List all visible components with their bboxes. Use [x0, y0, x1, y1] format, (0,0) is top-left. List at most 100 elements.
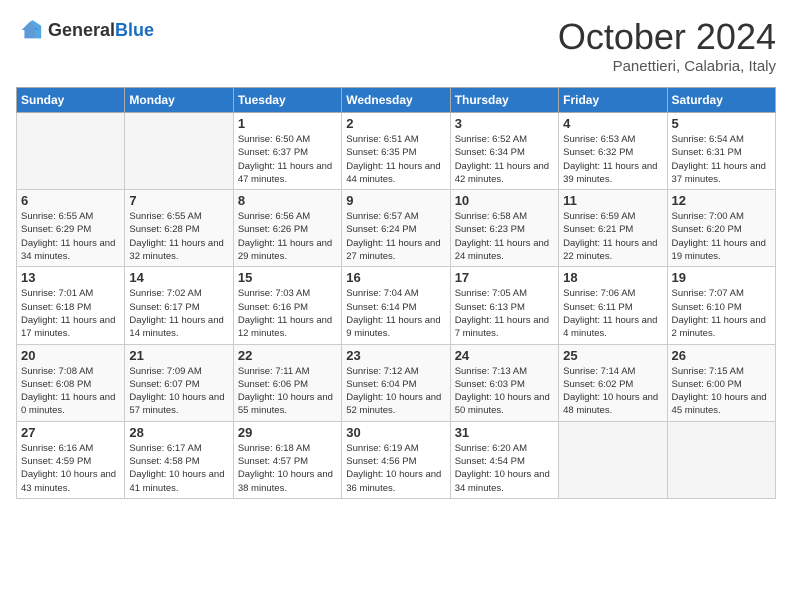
location: Panettieri, Calabria, Italy	[558, 58, 776, 75]
logo-icon	[16, 16, 44, 44]
day-cell: 9Sunrise: 6:57 AM Sunset: 6:24 PM Daylig…	[342, 190, 450, 267]
day-number: 24	[455, 348, 554, 363]
day-number: 4	[563, 116, 662, 131]
day-info: Sunrise: 7:11 AM Sunset: 6:06 PM Dayligh…	[238, 365, 337, 418]
day-number: 14	[129, 270, 228, 285]
day-number: 10	[455, 193, 554, 208]
day-info: Sunrise: 6:53 AM Sunset: 6:32 PM Dayligh…	[563, 133, 662, 186]
day-cell: 31 Sunrise: 6:20 AM Sunset: 4:54 PM Dayli…	[450, 421, 558, 498]
day-info: Sunrise: 7:04 AM Sunset: 6:14 PM Dayligh…	[346, 287, 445, 340]
col-header-friday: Friday	[559, 88, 667, 113]
day-info: Sunrise: 6:58 AM Sunset: 6:23 PM Dayligh…	[455, 210, 554, 263]
day-cell	[125, 113, 233, 190]
week-row-2: 6Sunrise: 6:55 AM Sunset: 6:29 PM Daylig…	[17, 190, 776, 267]
week-row-4: 20Sunrise: 7:08 AM Sunset: 6:08 PM Dayli…	[17, 344, 776, 421]
day-cell: 26 Sunrise: 7:15 AM Sunset: 6:00 PM Dayli…	[667, 344, 775, 421]
day-info: Sunrise: 7:03 AM Sunset: 6:16 PM Dayligh…	[238, 287, 337, 340]
day-info: Sunrise: 7:15 AM Sunset: 6:00 PM Dayligh…	[672, 365, 771, 418]
day-cell: 30 Sunrise: 6:19 AM Sunset: 4:56 PM Dayli…	[342, 421, 450, 498]
day-cell: 16 Sunrise: 7:04 AM Sunset: 6:14 PM Dayli…	[342, 267, 450, 344]
day-cell	[17, 113, 125, 190]
day-info: Sunrise: 7:09 AM Sunset: 6:07 PM Dayligh…	[129, 365, 228, 418]
day-cell: 8Sunrise: 6:56 AM Sunset: 6:26 PM Daylig…	[233, 190, 341, 267]
day-number: 27	[21, 425, 120, 440]
day-number: 6	[21, 193, 120, 208]
logo-blue: Blue	[115, 20, 154, 40]
day-info: Sunrise: 7:06 AM Sunset: 6:11 PM Dayligh…	[563, 287, 662, 340]
day-info: Sunrise: 6:52 AM Sunset: 6:34 PM Dayligh…	[455, 133, 554, 186]
day-cell	[559, 421, 667, 498]
day-number: 26	[672, 348, 771, 363]
col-header-monday: Monday	[125, 88, 233, 113]
day-number: 18	[563, 270, 662, 285]
day-info: Sunrise: 6:16 AM Sunset: 4:59 PM Dayligh…	[21, 442, 120, 495]
day-number: 23	[346, 348, 445, 363]
day-cell: 15Sunrise: 7:03 AM Sunset: 6:16 PM Dayli…	[233, 267, 341, 344]
day-cell: 17Sunrise: 7:05 AM Sunset: 6:13 PM Dayli…	[450, 267, 558, 344]
day-number: 13	[21, 270, 120, 285]
day-number: 19	[672, 270, 771, 285]
day-cell: 3 Sunrise: 6:52 AM Sunset: 6:34 PM Daylig…	[450, 113, 558, 190]
day-number: 17	[455, 270, 554, 285]
day-info: Sunrise: 7:02 AM Sunset: 6:17 PM Dayligh…	[129, 287, 228, 340]
col-header-wednesday: Wednesday	[342, 88, 450, 113]
week-row-5: 27 Sunrise: 6:16 AM Sunset: 4:59 PM Dayli…	[17, 421, 776, 498]
day-cell: 11 Sunrise: 6:59 AM Sunset: 6:21 PM Dayli…	[559, 190, 667, 267]
col-header-tuesday: Tuesday	[233, 88, 341, 113]
day-cell: 21 Sunrise: 7:09 AM Sunset: 6:07 PM Dayli…	[125, 344, 233, 421]
day-info: Sunrise: 6:50 AM Sunset: 6:37 PM Dayligh…	[238, 133, 337, 186]
month-title: October 2024	[558, 16, 776, 58]
day-info: Sunrise: 7:01 AM Sunset: 6:18 PM Dayligh…	[21, 287, 120, 340]
day-cell: 12 Sunrise: 7:00 AM Sunset: 6:20 PM Dayli…	[667, 190, 775, 267]
col-header-sunday: Sunday	[17, 88, 125, 113]
day-cell: 5Sunrise: 6:54 AM Sunset: 6:31 PM Daylig…	[667, 113, 775, 190]
day-info: Sunrise: 6:59 AM Sunset: 6:21 PM Dayligh…	[563, 210, 662, 263]
day-cell: 18 Sunrise: 7:06 AM Sunset: 6:11 PM Dayli…	[559, 267, 667, 344]
day-cell: 13 Sunrise: 7:01 AM Sunset: 6:18 PM Dayli…	[17, 267, 125, 344]
day-info: Sunrise: 7:00 AM Sunset: 6:20 PM Dayligh…	[672, 210, 771, 263]
header-row: SundayMondayTuesdayWednesdayThursdayFrid…	[17, 88, 776, 113]
day-cell: 22 Sunrise: 7:11 AM Sunset: 6:06 PM Dayli…	[233, 344, 341, 421]
day-info: Sunrise: 6:56 AM Sunset: 6:26 PM Dayligh…	[238, 210, 337, 263]
day-number: 28	[129, 425, 228, 440]
day-info: Sunrise: 6:17 AM Sunset: 4:58 PM Dayligh…	[129, 442, 228, 495]
day-number: 5	[672, 116, 771, 131]
day-info: Sunrise: 6:55 AM Sunset: 6:28 PM Dayligh…	[129, 210, 228, 263]
day-number: 31	[455, 425, 554, 440]
day-number: 2	[346, 116, 445, 131]
day-number: 22	[238, 348, 337, 363]
logo-general: General	[48, 20, 115, 40]
day-cell: 25Sunrise: 7:14 AM Sunset: 6:02 PM Dayli…	[559, 344, 667, 421]
day-info: Sunrise: 7:07 AM Sunset: 6:10 PM Dayligh…	[672, 287, 771, 340]
day-cell	[667, 421, 775, 498]
day-number: 11	[563, 193, 662, 208]
day-cell: 2 Sunrise: 6:51 AM Sunset: 6:35 PM Daylig…	[342, 113, 450, 190]
day-number: 30	[346, 425, 445, 440]
day-info: Sunrise: 6:19 AM Sunset: 4:56 PM Dayligh…	[346, 442, 445, 495]
title-block: October 2024 Panettieri, Calabria, Italy	[558, 16, 776, 75]
day-info: Sunrise: 6:18 AM Sunset: 4:57 PM Dayligh…	[238, 442, 337, 495]
day-cell: 7 Sunrise: 6:55 AM Sunset: 6:28 PM Daylig…	[125, 190, 233, 267]
day-cell: 1 Sunrise: 6:50 AM Sunset: 6:37 PM Daylig…	[233, 113, 341, 190]
day-number: 7	[129, 193, 228, 208]
day-number: 3	[455, 116, 554, 131]
day-number: 21	[129, 348, 228, 363]
day-info: Sunrise: 6:20 AM Sunset: 4:54 PM Dayligh…	[455, 442, 554, 495]
day-number: 29	[238, 425, 337, 440]
day-cell: 29 Sunrise: 6:18 AM Sunset: 4:57 PM Dayli…	[233, 421, 341, 498]
day-cell: 23Sunrise: 7:12 AM Sunset: 6:04 PM Dayli…	[342, 344, 450, 421]
day-number: 20	[21, 348, 120, 363]
day-number: 12	[672, 193, 771, 208]
day-info: Sunrise: 6:51 AM Sunset: 6:35 PM Dayligh…	[346, 133, 445, 186]
day-number: 16	[346, 270, 445, 285]
day-cell: 6Sunrise: 6:55 AM Sunset: 6:29 PM Daylig…	[17, 190, 125, 267]
calendar-table: SundayMondayTuesdayWednesdayThursdayFrid…	[16, 87, 776, 499]
day-number: 25	[563, 348, 662, 363]
day-cell: 4 Sunrise: 6:53 AM Sunset: 6:32 PM Daylig…	[559, 113, 667, 190]
day-number: 9	[346, 193, 445, 208]
day-cell: 14 Sunrise: 7:02 AM Sunset: 6:17 PM Dayli…	[125, 267, 233, 344]
col-header-saturday: Saturday	[667, 88, 775, 113]
page-header: GeneralBlue October 2024 Panettieri, Cal…	[16, 16, 776, 75]
day-cell: 20Sunrise: 7:08 AM Sunset: 6:08 PM Dayli…	[17, 344, 125, 421]
day-number: 1	[238, 116, 337, 131]
